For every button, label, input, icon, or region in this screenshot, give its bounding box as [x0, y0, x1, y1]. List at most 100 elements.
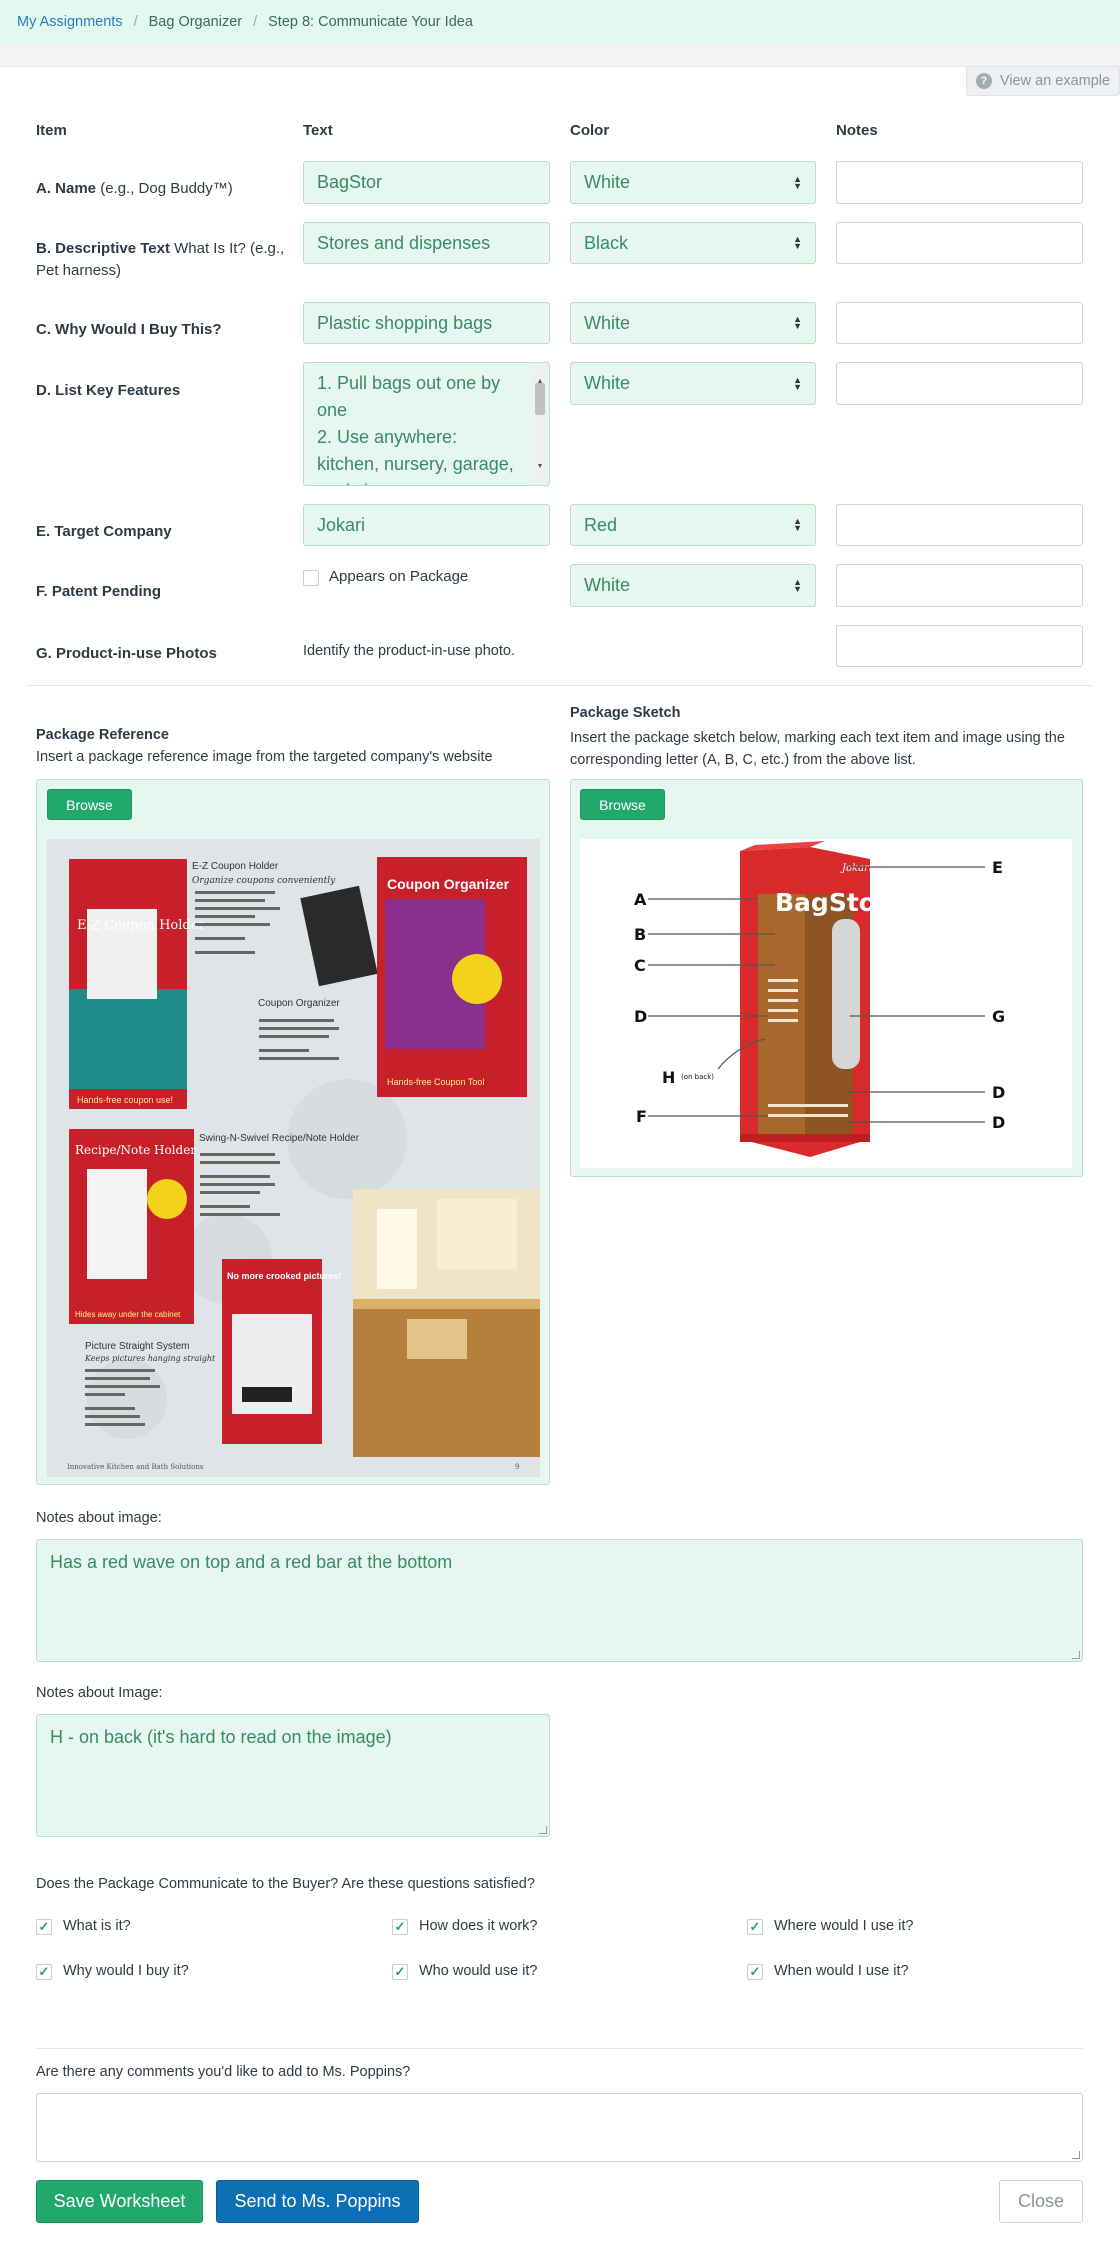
section-divider: [26, 685, 1093, 686]
sketch-letter-d2: D: [992, 1083, 1005, 1102]
recipe-name: Swing-N-Swivel Recipe/Note Holder: [199, 1133, 360, 1144]
package-reference-title: Package Reference: [36, 727, 169, 743]
notes-image-1-textarea[interactable]: Has a red wave on top and a red bar at t…: [36, 1539, 1083, 1662]
sketch-browse-button[interactable]: Browse: [580, 789, 665, 820]
check-icon: ✓: [38, 1964, 50, 1979]
resize-handle-icon[interactable]: [539, 1826, 547, 1834]
row-label-target-company: E. Target Company: [36, 523, 172, 540]
sketch-letter-d3: D: [992, 1113, 1005, 1132]
key-features-line: 2. Use anywhere:: [317, 427, 458, 447]
catalog-footer: Innovative Kitchen and Bath Solutions: [67, 1463, 204, 1471]
breadcrumb-my-assignments[interactable]: My Assignments: [17, 14, 123, 30]
question-checkbox-where[interactable]: ✓: [747, 1919, 763, 1935]
comments-textarea[interactable]: [36, 2093, 1083, 2162]
why-buy-notes-input[interactable]: [836, 302, 1083, 344]
question-label-why: Why would I buy it?: [63, 1963, 189, 1979]
question-checkbox-what[interactable]: ✓: [36, 1919, 52, 1935]
name-color-select[interactable]: White ▲ ▼: [570, 161, 816, 204]
scroll-down-icon[interactable]: ▼: [533, 453, 547, 480]
picture-title: Picture Straight System: [85, 1341, 189, 1352]
product-photos-notes-input[interactable]: [836, 625, 1083, 667]
scroll-thumb[interactable]: [535, 383, 545, 415]
check-icon: ✓: [394, 1919, 406, 1934]
descriptive-notes-input[interactable]: [836, 222, 1083, 264]
question-checkbox-when[interactable]: ✓: [747, 1964, 763, 1980]
question-checkbox-who[interactable]: ✓: [392, 1964, 408, 1980]
package-sketch-desc: Insert the package sketch below, marking…: [570, 730, 1065, 768]
key-features-line: 1. Pull bags out one by: [317, 373, 501, 393]
resize-handle-icon[interactable]: [1072, 2151, 1080, 2159]
comments-label: Are there any comments you'd like to add…: [36, 2064, 411, 2080]
appears-on-package-checkbox[interactable]: [303, 570, 319, 586]
patent-notes-input[interactable]: [836, 564, 1083, 607]
sketch-brand: BagStor: [775, 888, 889, 917]
key-features-notes-input[interactable]: [836, 362, 1083, 405]
question-checkbox-why[interactable]: ✓: [36, 1964, 52, 1980]
key-features-textarea[interactable]: 1. Pull bags out one by one 2. Use anywh…: [303, 362, 550, 486]
sketch-letter-d: D: [634, 1007, 647, 1026]
target-company-input[interactable]: Jokari: [303, 504, 550, 546]
select-arrows-icon: ▲ ▼: [793, 576, 802, 594]
breadcrumb: My Assignments / Bag Organizer / Step 8:…: [0, 0, 1120, 44]
name-text-input[interactable]: BagStor: [303, 161, 550, 204]
sketch-graphic: BagStor Jokari A B C D H F E G D D (on b…: [580, 839, 1072, 1168]
coupon-organizer-title: Coupon Organizer: [258, 998, 340, 1009]
check-icon: ✓: [394, 1964, 406, 1979]
target-company-notes-input[interactable]: [836, 504, 1083, 546]
picture-sub: Keeps pictures hanging straight: [84, 1354, 216, 1363]
appears-on-package-label: Appears on Package: [329, 568, 469, 585]
breadcrumb-current-step: Step 8: Communicate Your Idea: [268, 14, 473, 30]
key-features-line: workshop, rec room: [317, 478, 536, 485]
textarea-scrollbar[interactable]: ▲ ▼: [533, 365, 547, 483]
sketch-letter-e: E: [992, 858, 1003, 877]
select-arrows-icon: ▲ ▼: [793, 234, 802, 251]
notes-image-2-textarea[interactable]: H - on back (it's hard to read on the im…: [36, 1714, 550, 1837]
save-worksheet-button[interactable]: Save Worksheet: [36, 2180, 203, 2223]
why-buy-color-select[interactable]: White ▲ ▼: [570, 302, 816, 344]
reference-browse-button[interactable]: Browse: [47, 789, 132, 820]
section-divider: [36, 2048, 1083, 2049]
key-features-line: kitchen, nursery, garage,: [317, 454, 514, 474]
key-features-color-select[interactable]: White ▲ ▼: [570, 362, 816, 405]
coupon-holder-pkg-title: E-Z Coupon Holder: [77, 918, 205, 933]
header-item: Item: [36, 122, 67, 139]
recipe-pkg-footer: Hides away under the cabinet: [75, 1310, 181, 1319]
sketch-letter-h: H: [662, 1068, 675, 1087]
name-notes-input[interactable]: [836, 161, 1083, 204]
descriptive-color-select[interactable]: Black ▲ ▼: [570, 222, 816, 264]
question-label-what: What is it?: [63, 1918, 131, 1934]
why-buy-text-input[interactable]: Plastic shopping bags: [303, 302, 550, 344]
close-button[interactable]: Close: [999, 2180, 1083, 2223]
send-to-ms-poppins-button[interactable]: Send to Ms. Poppins: [216, 2180, 419, 2223]
sketch-letter-a: A: [634, 890, 647, 909]
coupon-organizer-pkg-footer: Hands-free Coupon Tool: [387, 1077, 484, 1087]
check-icon: ✓: [38, 1919, 50, 1934]
view-example-button[interactable]: ? View an example: [966, 66, 1120, 96]
package-sketch-image: BagStor Jokari A B C D H F E G D D (on b…: [580, 839, 1072, 1168]
check-icon: ✓: [749, 1964, 761, 1979]
question-label-how: How does it work?: [419, 1918, 538, 1934]
question-checkbox-how[interactable]: ✓: [392, 1919, 408, 1935]
target-company-color-select[interactable]: Red ▲ ▼: [570, 504, 816, 546]
select-arrows-icon: ▲ ▼: [793, 374, 802, 392]
catalog-page-number: 9: [515, 1463, 519, 1471]
question-label-when: When would I use it?: [774, 1963, 909, 1979]
descriptive-text-input[interactable]: Stores and dispenses: [303, 222, 550, 264]
catalog-page-graphic: E-Z Coupon Holder Hands-free coupon use!…: [47, 839, 540, 1477]
select-arrows-icon: ▲ ▼: [793, 173, 802, 191]
sketch-letter-b: B: [634, 925, 646, 944]
breadcrumb-bag-organizer[interactable]: Bag Organizer: [149, 14, 243, 30]
notes-image-1-value: Has a red wave on top and a red bar at t…: [50, 1552, 453, 1572]
question-circle-icon: ?: [975, 73, 992, 89]
row-label-product-photos: G. Product-in-use Photos: [36, 645, 217, 662]
resize-handle-icon[interactable]: [1072, 1651, 1080, 1659]
recipe-pkg-title: Recipe/Note Holder: [75, 1143, 196, 1157]
row-label-key-features: D. List Key Features: [36, 382, 181, 399]
coupon-holder-pkg-footer: Hands-free coupon use!: [77, 1095, 173, 1105]
check-icon: ✓: [749, 1919, 761, 1934]
breadcrumb-separator: /: [133, 14, 138, 30]
breadcrumb-separator: /: [253, 14, 258, 30]
coupon-holder-title: E-Z Coupon Holder: [192, 861, 279, 872]
patent-color-select[interactable]: White ▲ ▼: [570, 564, 816, 607]
select-arrows-icon: ▲ ▼: [793, 516, 802, 533]
